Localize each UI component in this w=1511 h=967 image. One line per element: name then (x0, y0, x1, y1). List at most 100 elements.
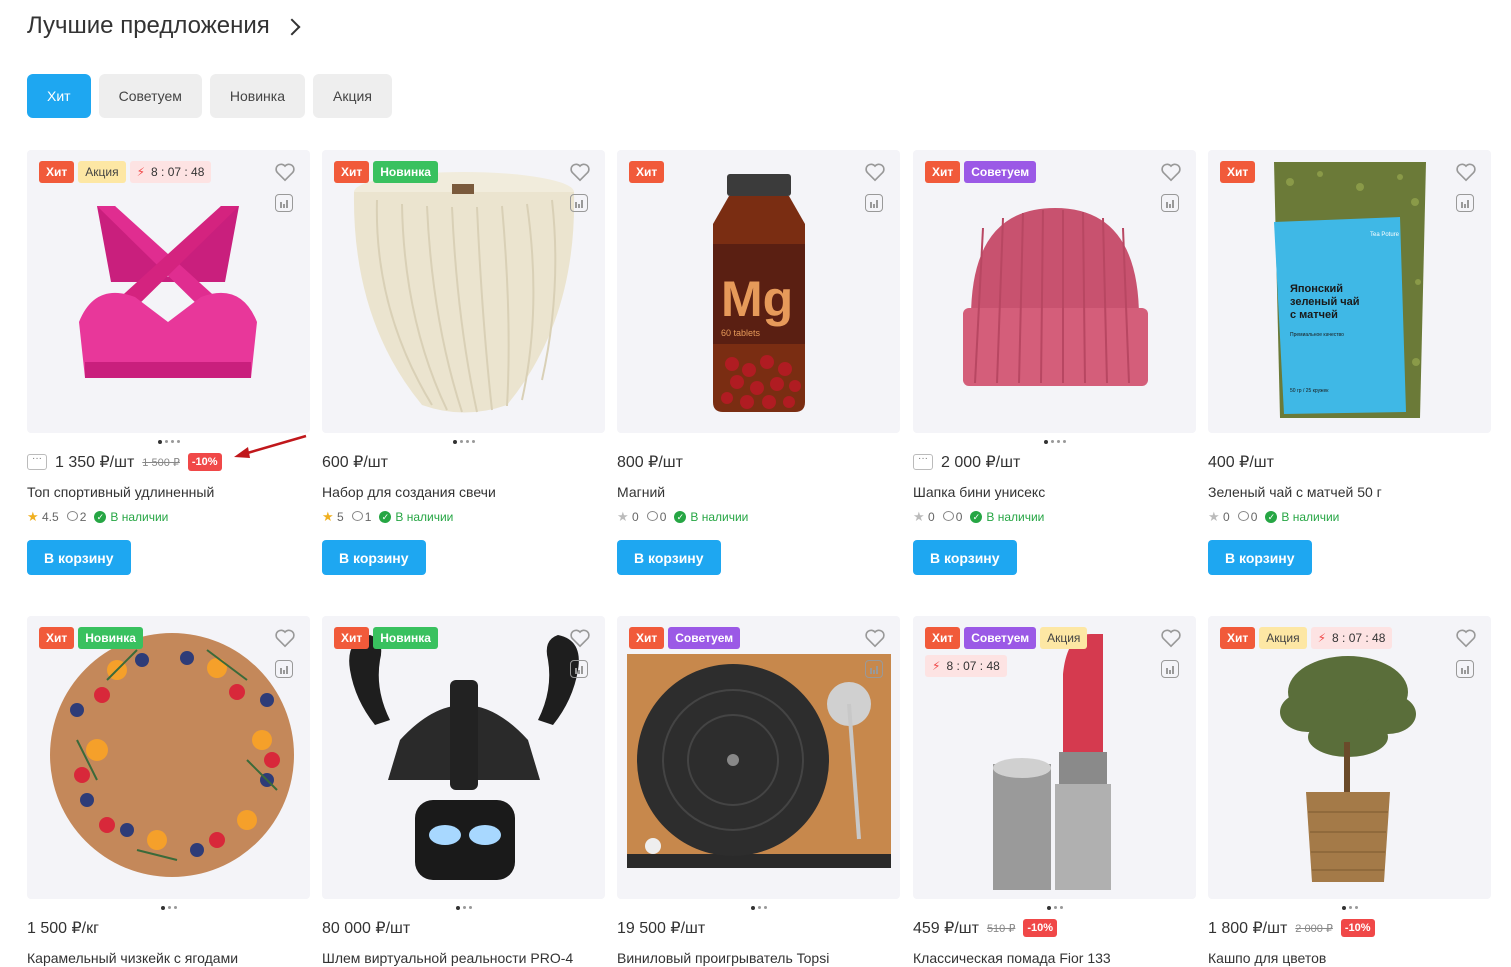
product-card[interactable]: Хит Новинка 600 ₽/шт Набор для создания … (322, 150, 605, 575)
slider-dots[interactable] (913, 440, 1196, 444)
heart-icon[interactable] (569, 628, 591, 648)
product-card[interactable]: Хит Советуем ··· 2 000 ₽/шт Шапка бини у… (913, 150, 1196, 575)
heart-icon[interactable] (274, 162, 296, 182)
product-image[interactable]: Хит Советуем (617, 616, 900, 899)
heart-icon[interactable] (864, 628, 886, 648)
section-header[interactable]: Лучшие предложения (27, 12, 301, 40)
product-image[interactable]: Хит Акция ⚡ 8 : 07 : 48 (27, 150, 310, 433)
flower-pot-image (1280, 656, 1416, 882)
comment-icon (66, 511, 78, 521)
product-image[interactable]: Хит Новинка (322, 150, 605, 433)
compare-icon[interactable] (865, 194, 883, 212)
comment-icon (1237, 511, 1249, 521)
check-icon: ✓ (674, 511, 687, 523)
add-to-cart-button[interactable]: В корзину (27, 540, 131, 575)
candle-image (353, 172, 575, 413)
compare-icon[interactable] (570, 194, 588, 212)
product-title[interactable]: Кашпо для цветов (1208, 950, 1326, 966)
compare-icon[interactable] (570, 660, 588, 678)
discount-badge: -10% (187, 453, 222, 471)
reviews-count: 2 (79, 510, 87, 524)
product-card[interactable]: Хит Советуем Акция ⚡ 8 : 07 : 48 459 ₽/шт… (913, 616, 1196, 966)
stock-status: В наличии (1281, 510, 1340, 524)
compare-icon[interactable] (1456, 660, 1474, 678)
compare-icon[interactable] (275, 194, 293, 212)
stock-status: В наличии (395, 510, 454, 524)
reviews-count: 0 (1250, 510, 1258, 524)
add-to-cart-button[interactable]: В корзину (322, 540, 426, 575)
timer-text: 8 : 07 : 48 (1332, 631, 1386, 645)
pack-brand: Tea Poture (1370, 232, 1400, 238)
product-title[interactable]: Карамельный чизкейк с ягодами (27, 950, 238, 966)
tab-sale[interactable]: Акция (313, 74, 392, 118)
slider-dots[interactable] (1208, 906, 1491, 910)
stock-status: В наличии (110, 510, 169, 524)
product-card[interactable]: Хит Советуем 19 500 ₽/шт Виниловый проиг… (617, 616, 900, 966)
star-icon: ★ (27, 509, 39, 524)
slider-dots[interactable] (617, 906, 900, 910)
tab-advise[interactable]: Советуем (98, 74, 202, 118)
product-title[interactable]: Шапка бини унисекс (913, 484, 1045, 500)
product-title[interactable]: Виниловый проигрыватель Topsi (617, 950, 829, 966)
badge-sale: Акция (1259, 627, 1307, 649)
compare-icon[interactable] (1456, 194, 1474, 212)
compare-icon[interactable] (1161, 194, 1179, 212)
stock-status: В наличии (690, 510, 749, 524)
more-icon[interactable]: ··· (913, 454, 933, 470)
product-image[interactable]: Хит Tea Poture Японский зеленый чай с матч… (1208, 150, 1491, 433)
product-card[interactable]: Хит Новинка 1 500 ₽/кг Карамельный чизке… (27, 616, 310, 966)
product-card[interactable]: Хит Mg 60 tablets 800 ₽/шт Магний ★ 0 0 … (617, 150, 900, 575)
product-card[interactable]: Хит Акция ⚡ 8 : 07 : 48 1 800 ₽/шт 2 000 … (1208, 616, 1491, 966)
star-icon: ★ (617, 509, 629, 524)
rating: 0 (1223, 510, 1230, 524)
heart-icon[interactable] (274, 628, 296, 648)
product-title[interactable]: Классическая помада Fior 133 (913, 950, 1111, 966)
compare-icon[interactable] (1161, 660, 1179, 678)
badge-advise: Советуем (964, 627, 1037, 649)
add-to-cart-button[interactable]: В корзину (913, 540, 1017, 575)
chevron-right-icon[interactable] (283, 18, 301, 36)
product-title[interactable]: Набор для создания свечи (322, 484, 496, 500)
product-title[interactable]: Зеленый чай с матчей 50 г (1208, 484, 1382, 500)
badge-hit: Хит (334, 161, 370, 183)
heart-icon[interactable] (1455, 628, 1477, 648)
product-title[interactable]: Шлем виртуальной реальности PRO-4 (322, 950, 573, 966)
turntable-image (627, 654, 891, 868)
vr-headset-image (349, 635, 579, 880)
price: 80 000 ₽/шт (322, 920, 411, 937)
heart-icon[interactable] (864, 162, 886, 182)
add-to-cart-button[interactable]: В корзину (1208, 540, 1312, 575)
heart-icon[interactable] (569, 162, 591, 182)
slider-dots[interactable] (322, 440, 605, 444)
slider-dots[interactable] (913, 906, 1196, 910)
stock-status: В наличии (986, 510, 1045, 524)
product-image[interactable]: Хит Новинка (322, 616, 605, 899)
lightning-icon: ⚡ (136, 165, 146, 179)
badge-hit: Хит (925, 627, 961, 649)
compare-icon[interactable] (865, 660, 883, 678)
product-card[interactable]: Хит Акция ⚡ 8 : 07 : 48 ··· 1 350 ₽/шт 1 … (27, 150, 310, 575)
add-to-cart-button[interactable]: В корзину (617, 540, 721, 575)
product-image[interactable]: Хит Советуем (913, 150, 1196, 433)
compare-icon[interactable] (275, 660, 293, 678)
product-title[interactable]: Магний (617, 484, 665, 500)
heart-icon[interactable] (1160, 162, 1182, 182)
tab-hit[interactable]: Хит (27, 74, 91, 118)
slider-dots[interactable] (27, 906, 310, 910)
reviews-count: 0 (659, 510, 667, 524)
slider-dots[interactable] (322, 906, 605, 910)
product-card[interactable]: Хит Tea Poture Японский зеленый чай с матч… (1208, 150, 1491, 575)
product-image[interactable]: Хит Акция ⚡ 8 : 07 : 48 (1208, 616, 1491, 899)
product-card[interactable]: Хит Новинка 80 000 ₽/шт Шлем виртуальной… (322, 616, 605, 966)
more-icon[interactable]: ··· (27, 454, 47, 470)
tab-new[interactable]: Новинка (209, 74, 306, 118)
product-title[interactable]: Топ спортивный удлиненный (27, 484, 214, 500)
badge-hit: Хит (1220, 627, 1256, 649)
product-image[interactable]: Хит Новинка (27, 616, 310, 899)
heart-icon[interactable] (1455, 162, 1477, 182)
badge-new: Новинка (78, 627, 143, 649)
rating: 0 (632, 510, 639, 524)
product-image[interactable]: Хит Mg 60 tablets (617, 150, 900, 433)
heart-icon[interactable] (1160, 628, 1182, 648)
product-image[interactable]: Хит Советуем Акция ⚡ 8 : 07 : 48 (913, 616, 1196, 899)
